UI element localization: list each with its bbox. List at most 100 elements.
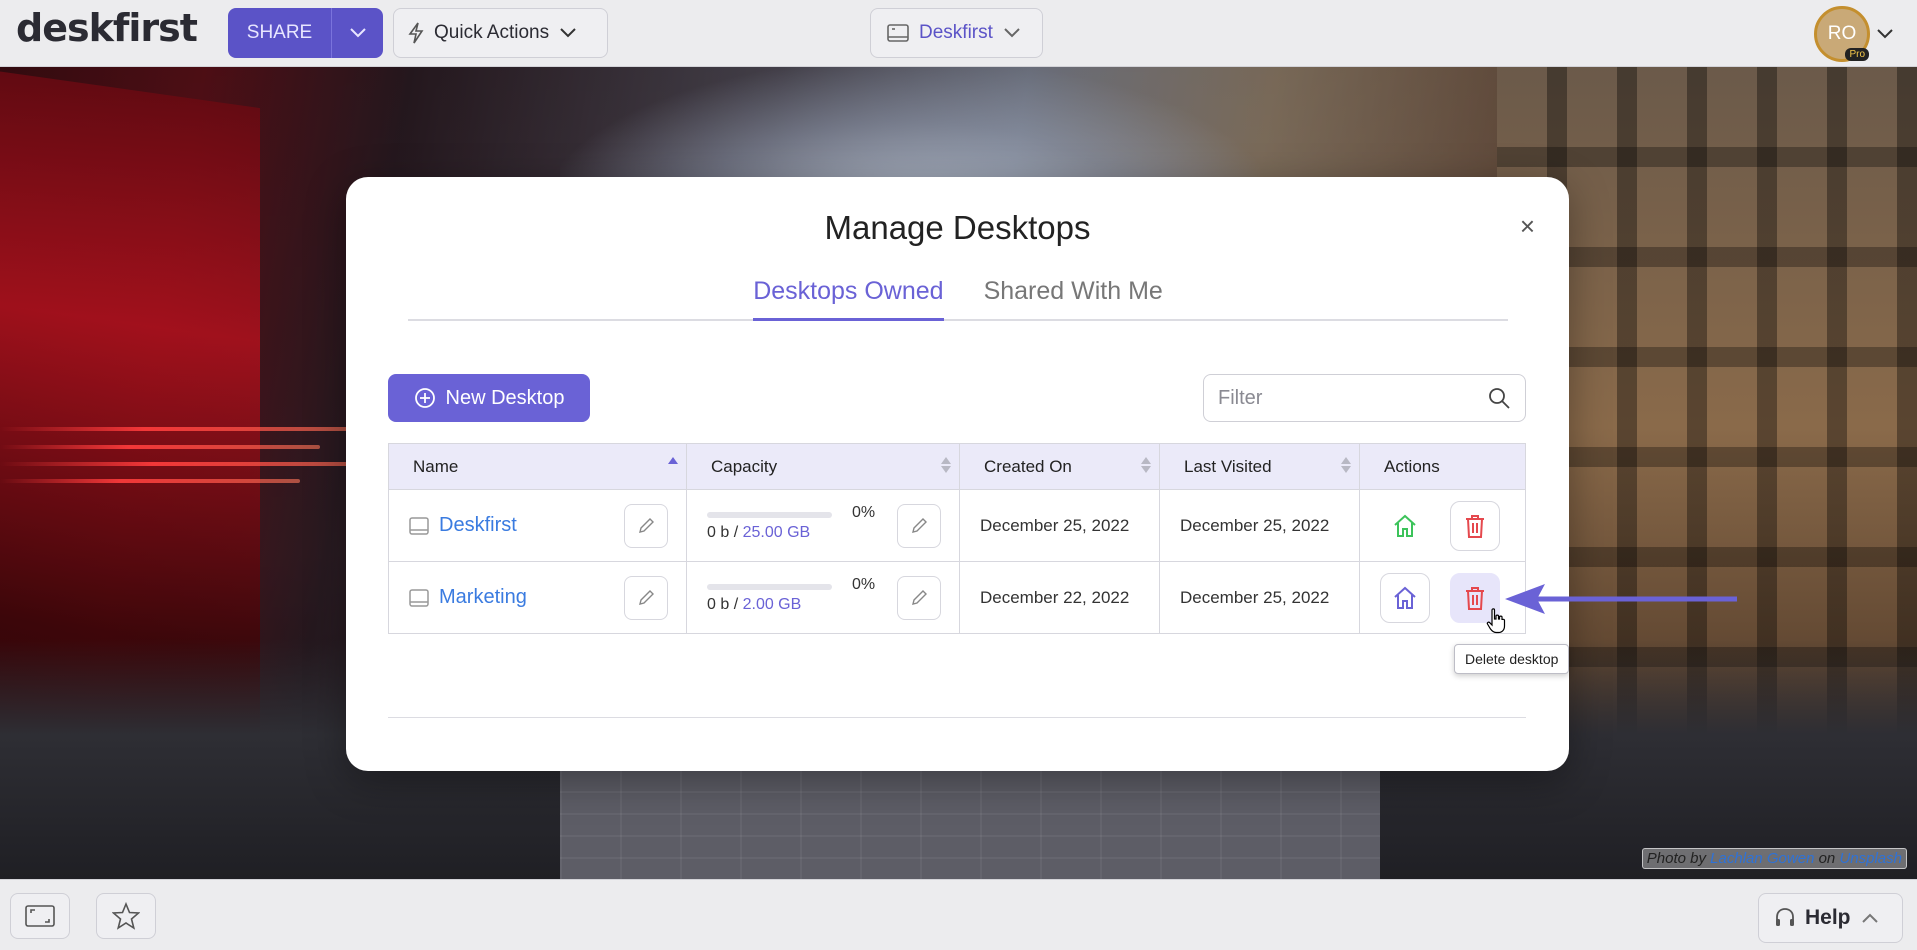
capacity-bar	[707, 583, 832, 590]
new-desktop-label: New Desktop	[445, 386, 565, 409]
light-streak	[0, 427, 360, 431]
capacity-percent: 0%	[852, 504, 876, 521]
sort-indicator	[1141, 457, 1151, 473]
chevron-down-icon	[1004, 28, 1020, 38]
photo-source-link[interactable]: Unsplash	[1839, 850, 1902, 867]
fullscreen-button[interactable]	[10, 893, 70, 939]
capacity-separator: /	[729, 595, 743, 613]
filter-input[interactable]	[1218, 386, 1487, 410]
column-header-capacity[interactable]: Capacity	[686, 443, 960, 490]
capacity-cell: 0% 0 b / 25.00 GB	[686, 489, 960, 562]
column-header-label: Capacity	[711, 456, 778, 476]
column-header-label: Actions	[1384, 456, 1440, 476]
share-button[interactable]: SHARE	[228, 8, 332, 58]
last-visited-cell: December 25, 2022	[1159, 561, 1360, 634]
created-on-cell: December 22, 2022	[959, 561, 1160, 634]
desktop-selector-label: Deskfirst	[919, 22, 993, 43]
modal-tabs: Desktops Owned Shared With Me	[408, 277, 1508, 321]
background-paving	[560, 769, 1380, 879]
photo-credit-prefix: Photo by	[1646, 850, 1711, 867]
desktop-icon	[409, 588, 429, 607]
column-header-created-on[interactable]: Created On	[959, 443, 1160, 490]
manage-desktops-modal: Manage Desktops × Desktops Owned Shared …	[346, 177, 1569, 771]
new-desktop-button[interactable]: New Desktop	[388, 374, 590, 422]
delete-desktop-button[interactable]	[1450, 500, 1500, 551]
edit-capacity-button[interactable]	[897, 504, 941, 548]
star-icon	[112, 902, 140, 930]
trash-icon	[1466, 514, 1484, 538]
table-row: Deskfirst 0% 0 b / 25.00 GB December 25,…	[388, 489, 1526, 562]
column-header-label: Name	[413, 456, 459, 476]
annotation-arrow-icon	[1505, 584, 1737, 614]
light-streak	[0, 479, 300, 483]
light-streak	[0, 445, 320, 449]
tab-shared-with-me[interactable]: Shared With Me	[984, 277, 1163, 319]
filter-field	[1203, 374, 1526, 422]
chevron-down-icon	[560, 28, 576, 38]
table-row: Marketing 0% 0 b / 2.00 GB December 22, …	[388, 561, 1526, 634]
sort-indicator	[941, 457, 951, 473]
help-button[interactable]: Help	[1758, 893, 1903, 943]
desktop-icon	[887, 24, 909, 42]
favorites-button[interactable]	[96, 893, 156, 939]
close-icon[interactable]: ×	[1520, 211, 1535, 242]
actions-cell	[1359, 489, 1526, 562]
plus-circle-icon	[414, 388, 435, 408]
app-logo[interactable]: deskfirst	[16, 6, 198, 50]
desktop-name-link[interactable]: Marketing	[439, 586, 527, 609]
share-button-group: SHARE	[228, 8, 383, 58]
sort-indicator	[1341, 457, 1351, 473]
share-dropdown-toggle[interactable]	[332, 8, 383, 58]
edit-capacity-button[interactable]	[897, 576, 941, 620]
avatar[interactable]: RO Pro	[1814, 6, 1870, 62]
set-home-button[interactable]	[1380, 572, 1430, 623]
pencil-icon	[639, 590, 654, 605]
desktop-name-link[interactable]: Deskfirst	[439, 514, 517, 537]
photo-credit-middle: on	[1814, 850, 1840, 867]
user-menu[interactable]: RO Pro	[1814, 6, 1894, 62]
photo-author-link[interactable]: Lachlan Gowen	[1710, 850, 1814, 867]
delete-desktop-tooltip: Delete desktop	[1454, 644, 1570, 674]
pencil-icon	[912, 590, 927, 605]
help-label: Help	[1805, 906, 1851, 929]
home-icon	[1394, 586, 1416, 609]
column-header-name[interactable]: Name	[388, 443, 687, 490]
desktop-selector[interactable]: Deskfirst	[870, 8, 1043, 58]
name-cell: Deskfirst	[388, 489, 687, 562]
modal-footer-divider	[388, 717, 1526, 718]
rename-button[interactable]	[624, 504, 668, 548]
quick-actions-label: Quick Actions	[434, 22, 550, 43]
quick-actions-dropdown[interactable]: Quick Actions	[393, 8, 608, 58]
chevron-down-icon	[349, 28, 366, 38]
desktops-table: Name Capacity Created On Last Visited Ac…	[388, 443, 1526, 634]
column-header-last-visited[interactable]: Last Visited	[1159, 443, 1360, 490]
trash-icon	[1466, 586, 1484, 610]
bottom-bar: Help	[0, 879, 1917, 950]
capacity-bar	[707, 511, 832, 518]
desktop-icon	[409, 516, 429, 535]
fullscreen-icon	[25, 905, 55, 927]
rename-button[interactable]	[624, 576, 668, 620]
capacity-used: 0 b	[707, 523, 730, 541]
modal-title: Manage Desktops	[824, 209, 1091, 246]
table-header-row: Name Capacity Created On Last Visited Ac…	[388, 443, 1526, 490]
pointer-cursor-icon	[1486, 608, 1506, 634]
light-streak	[0, 462, 380, 466]
capacity-total: 2.00 GB	[742, 595, 802, 613]
top-bar: deskfirst SHARE Quick Actions Deskfirst …	[0, 0, 1917, 67]
pencil-icon	[912, 518, 927, 533]
pencil-icon	[639, 518, 654, 533]
capacity-cell: 0% 0 b / 2.00 GB	[686, 561, 960, 634]
chevron-down-icon[interactable]	[1876, 28, 1894, 40]
capacity-total: 25.00 GB	[742, 523, 811, 541]
photo-credit: Photo by Lachlan Gowen on Unsplash	[1641, 848, 1907, 869]
search-icon[interactable]	[1487, 386, 1511, 410]
bolt-icon	[408, 22, 424, 44]
chevron-up-icon	[1861, 913, 1878, 923]
name-cell: Marketing	[388, 561, 687, 634]
last-visited-cell: December 25, 2022	[1159, 489, 1360, 562]
set-home-button[interactable]	[1380, 500, 1430, 551]
tab-desktops-owned[interactable]: Desktops Owned	[753, 277, 944, 321]
avatar-initials: RO	[1827, 23, 1857, 44]
capacity-percent: 0%	[852, 576, 876, 593]
